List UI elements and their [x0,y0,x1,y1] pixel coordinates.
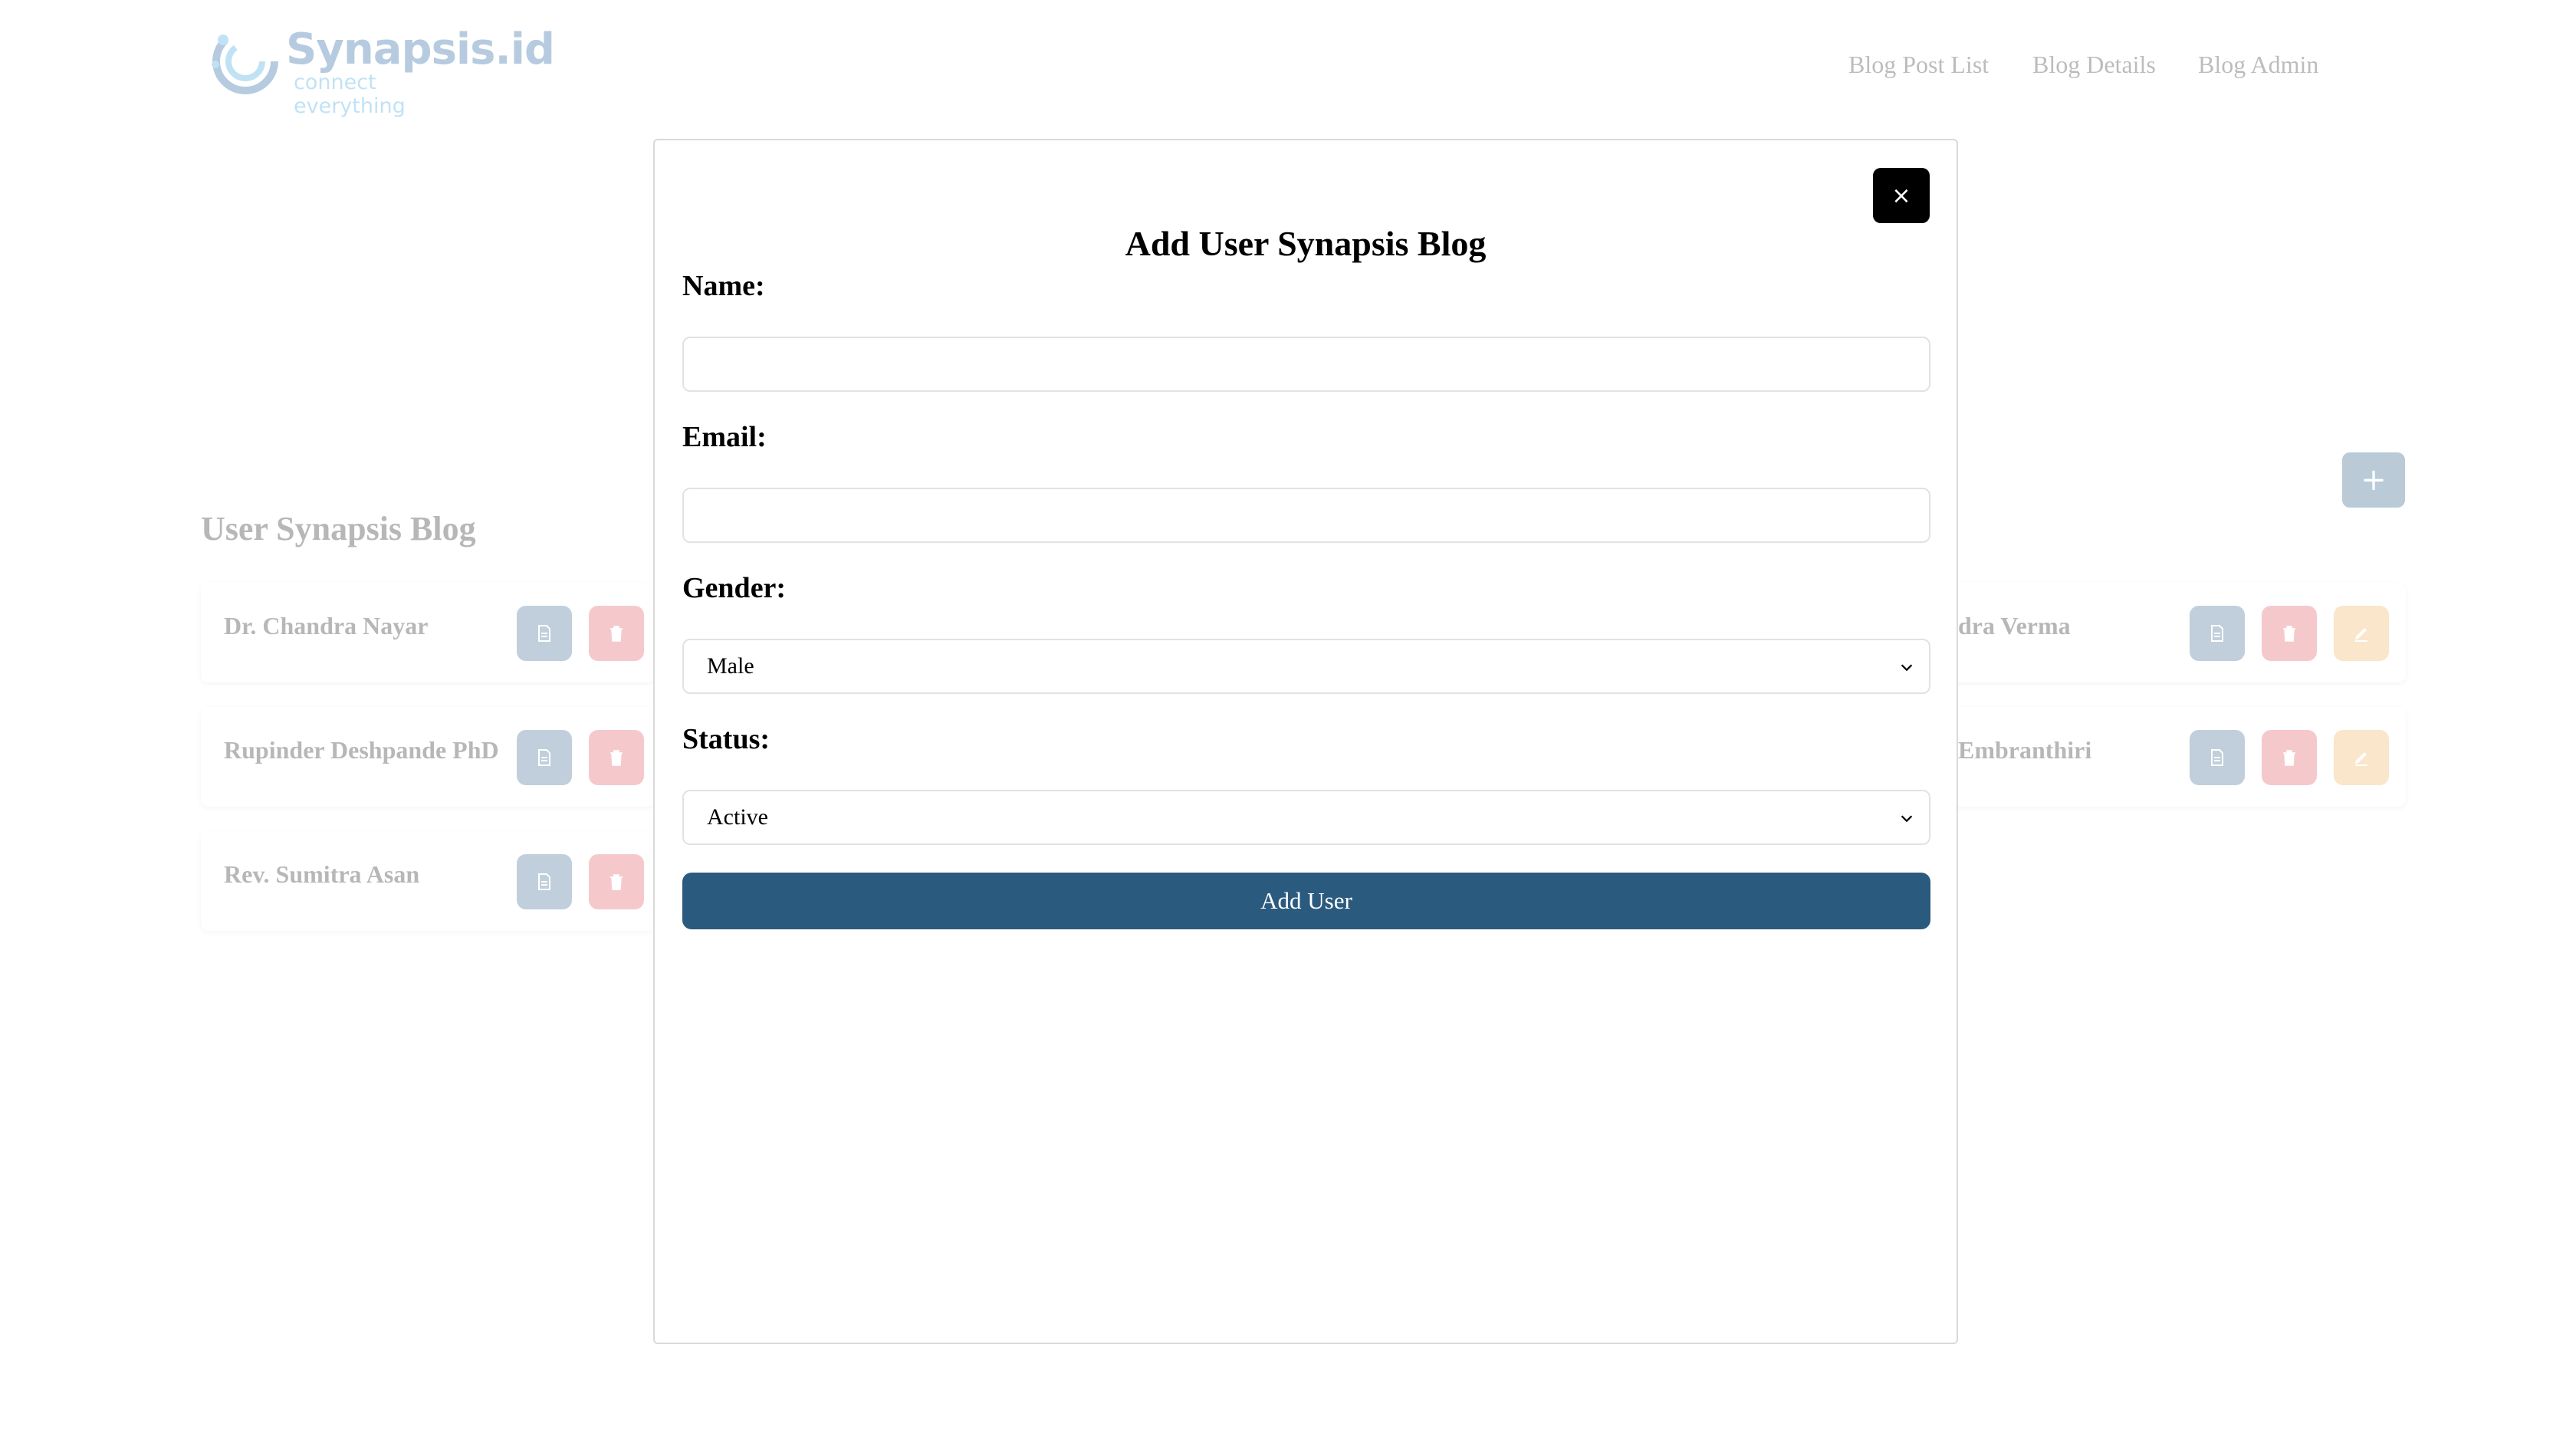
delete-button[interactable] [589,854,644,909]
brand-logo[interactable]: Synapsis.id connect everything [203,17,555,118]
status-select[interactable]: Active [682,790,1930,845]
status-selected-value: Active [707,804,768,830]
brand-tagline: connect everything [294,71,406,118]
document-icon [538,749,550,766]
trash-icon [610,874,623,890]
synapsis-logo-icon [212,28,278,94]
trash-icon [2283,750,2295,766]
email-label: Email: [682,421,767,453]
user-name: dra Verma [1958,612,2071,639]
chevron-down-icon [1901,664,1913,672]
view-button[interactable] [517,730,572,785]
user-card: Dr. Chandra Nayar [201,583,655,682]
status-label: Status: [682,723,770,755]
edit-button[interactable] [2334,730,2389,785]
close-modal-button[interactable]: × [1873,168,1930,223]
modal-title: Add User Synapsis Blog [1125,224,1487,263]
pencil-icon [2355,752,2367,766]
pencil-icon [2355,628,2367,642]
document-icon [538,625,550,642]
gender-select[interactable]: Male [682,639,1930,694]
add-user-modal: × Add User Synapsis Blog Name: Email: Ge… [653,139,1958,1344]
delete-button[interactable] [2262,730,2317,785]
user-card: Rev. Sumitra Asan [201,831,655,931]
close-icon: × [1891,182,1911,209]
plus-icon: + [2361,462,2387,498]
trash-icon [610,750,623,766]
user-card: Embranthiri [1894,707,2406,807]
nav-link-blog-post-list[interactable]: Blog Post List [1848,51,1989,79]
chevron-down-icon [1901,815,1913,823]
user-name: Rev. Sumitra Asan [224,860,420,888]
add-user-submit-button[interactable]: Add User [682,873,1930,929]
user-name: Rupinder Deshpande PhD [224,736,499,764]
name-label: Name: [682,270,765,302]
name-input[interactable] [682,337,1930,392]
nav-link-blog-details[interactable]: Blog Details [2032,51,2156,79]
page-title: User Synapsis Blog [201,510,476,547]
gender-selected-value: Male [707,653,754,679]
view-button[interactable] [2190,606,2245,661]
trash-icon [2283,626,2295,642]
gender-label: Gender: [682,572,787,604]
brand-name: Synapsis.id [286,25,555,74]
user-name: Embranthiri [1958,736,2092,764]
view-button[interactable] [2190,730,2245,785]
add-user-button[interactable]: + [2342,452,2405,508]
nav-link-blog-admin[interactable]: Blog Admin [2198,51,2318,79]
user-card: Rupinder Deshpande PhD [201,707,655,807]
document-icon [538,873,550,890]
trash-icon [610,626,623,642]
email-input[interactable] [682,488,1930,543]
delete-button[interactable] [589,730,644,785]
delete-button[interactable] [589,606,644,661]
user-card: dra Verma [1894,583,2406,682]
view-button[interactable] [517,854,572,909]
delete-button[interactable] [2262,606,2317,661]
edit-button[interactable] [2334,606,2389,661]
document-icon [2211,749,2223,766]
document-icon [2211,625,2223,642]
user-name: Dr. Chandra Nayar [224,612,429,639]
view-button[interactable] [517,606,572,661]
